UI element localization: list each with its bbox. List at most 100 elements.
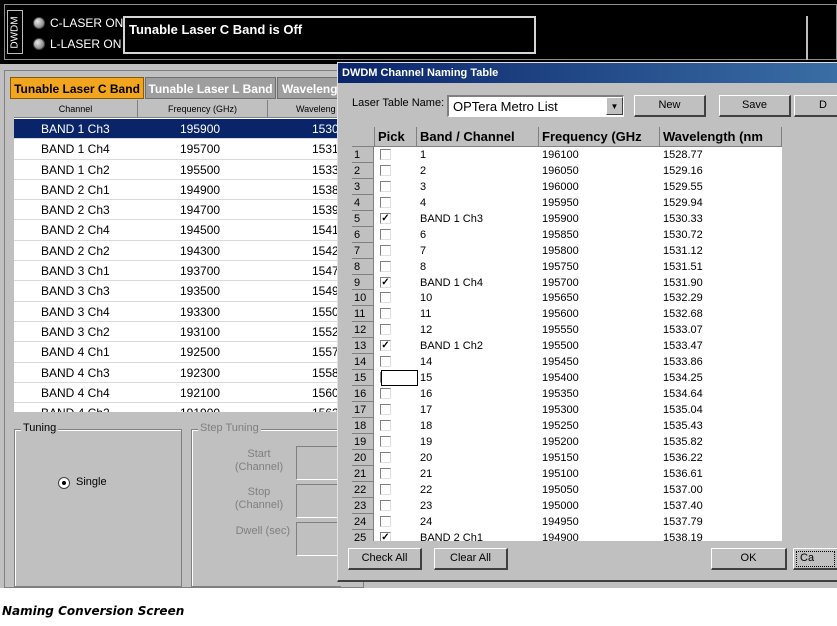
channel-grid-row[interactable]: BAND 1 Ch2 195500 1533 bbox=[14, 160, 346, 180]
table-row[interactable]: 24 24 194950 1537.79 bbox=[352, 513, 782, 530]
frequency-cell[interactable]: 195450 bbox=[542, 354, 579, 370]
table-row[interactable]: 6 6 195850 1530.72 bbox=[352, 226, 782, 243]
tab-tunable-laser-c-band[interactable]: Tunable Laser C Band bbox=[10, 77, 144, 99]
band-channel-cell[interactable]: 20 bbox=[420, 450, 432, 466]
dropdown-arrow-icon[interactable]: ▼ bbox=[606, 97, 623, 115]
table-row[interactable]: 2 2 196050 1529.16 bbox=[352, 162, 782, 179]
col-header-frequency-ghz[interactable]: Frequency (GHz bbox=[539, 127, 660, 147]
table-row[interactable]: 7 7 195800 1531.12 bbox=[352, 242, 782, 259]
table-row[interactable]: 14 14 195450 1533.86 bbox=[352, 354, 782, 371]
wavelength-cell[interactable]: 1535.82 bbox=[663, 434, 703, 450]
table-row[interactable]: 15 15 195400 1534.25 bbox=[352, 370, 782, 387]
channel-grid-row[interactable]: BAND 4 Ch2 191900 1562 bbox=[14, 403, 346, 412]
band-channel-cell[interactable]: 1 bbox=[420, 147, 426, 163]
band-channel-cell[interactable]: 7 bbox=[420, 243, 426, 259]
pick-checkbox[interactable] bbox=[380, 180, 391, 192]
pick-checkbox[interactable] bbox=[380, 149, 391, 160]
pick-checkbox[interactable] bbox=[380, 435, 391, 447]
frequency-cell[interactable]: 196050 bbox=[542, 163, 579, 179]
pick-checkbox[interactable] bbox=[380, 324, 391, 336]
table-row[interactable]: 8 8 195750 1531.51 bbox=[352, 258, 782, 275]
tab-tunable-laser-l-band[interactable]: Tunable Laser L Band bbox=[145, 77, 276, 99]
band-channel-cell[interactable]: 6 bbox=[420, 227, 426, 243]
pick-checkbox[interactable]: ✓ bbox=[380, 531, 391, 541]
band-channel-cell[interactable]: 24 bbox=[420, 514, 432, 530]
band-channel-cell[interactable]: BAND 1 Ch4 bbox=[420, 275, 483, 291]
band-channel-cell[interactable]: 12 bbox=[420, 322, 432, 338]
frequency-cell[interactable]: 195150 bbox=[542, 450, 579, 466]
channel-grid-row[interactable]: BAND 2 Ch1 194900 1538 bbox=[14, 180, 346, 201]
col-header-frequency[interactable]: Frequency (GHz) bbox=[138, 100, 268, 118]
frequency-cell[interactable]: 195850 bbox=[542, 227, 579, 243]
ok-button[interactable]: OK bbox=[711, 548, 787, 570]
band-channel-cell[interactable]: BAND 1 Ch3 bbox=[420, 211, 483, 227]
table-row[interactable]: 21 21 195100 1536.61 bbox=[352, 465, 782, 482]
table-row[interactable]: 11 11 195600 1532.68 bbox=[352, 306, 782, 323]
channel-grid-row[interactable]: BAND 2 Ch3 194700 1539 bbox=[14, 200, 346, 221]
frequency-cell[interactable]: 195600 bbox=[542, 306, 579, 322]
band-channel-cell[interactable]: 22 bbox=[420, 482, 432, 498]
channel-grid-row[interactable]: BAND 4 Ch1 192500 1557 bbox=[14, 342, 346, 363]
check-all-button[interactable]: Check All bbox=[348, 548, 422, 570]
wavelength-cell[interactable]: 1531.90 bbox=[663, 275, 703, 291]
band-channel-cell[interactable]: 4 bbox=[420, 195, 426, 211]
delete-button[interactable]: D bbox=[794, 95, 837, 117]
band-channel-cell[interactable]: 10 bbox=[420, 290, 432, 306]
channel-grid-row[interactable]: BAND 1 Ch4 195700 1531 bbox=[14, 139, 346, 160]
table-row[interactable]: 13 ✓ BAND 1 Ch2 195500 1533.47 bbox=[352, 338, 782, 355]
laser-table-select[interactable]: OPTera Metro List ▼ bbox=[447, 95, 624, 117]
col-header-pick[interactable]: Pick bbox=[375, 127, 417, 147]
band-channel-cell[interactable]: 8 bbox=[420, 259, 426, 275]
wavelength-cell[interactable]: 1533.07 bbox=[663, 322, 703, 338]
wavelength-cell[interactable]: 1534.25 bbox=[663, 370, 703, 386]
band-channel-cell[interactable]: 18 bbox=[420, 418, 432, 434]
table-row[interactable]: 25 ✓ BAND 2 Ch1 194900 1538.19 bbox=[352, 529, 782, 541]
single-radio-button[interactable] bbox=[58, 477, 70, 489]
frequency-cell[interactable]: 195050 bbox=[542, 482, 579, 498]
pick-checkbox[interactable] bbox=[380, 499, 391, 511]
table-row[interactable]: 17 17 195300 1535.04 bbox=[352, 402, 782, 418]
frequency-cell[interactable]: 195900 bbox=[542, 211, 579, 227]
band-channel-cell[interactable]: 17 bbox=[420, 402, 432, 418]
pick-checkbox[interactable] bbox=[380, 404, 391, 415]
wavelength-cell[interactable]: 1536.22 bbox=[663, 450, 703, 466]
frequency-cell[interactable]: 195650 bbox=[542, 290, 579, 306]
band-channel-cell[interactable]: 11 bbox=[420, 306, 431, 322]
wavelength-cell[interactable]: 1532.68 bbox=[663, 306, 703, 322]
frequency-cell[interactable]: 195800 bbox=[542, 243, 579, 259]
cancel-button[interactable]: Ca bbox=[793, 548, 837, 570]
frequency-cell[interactable]: 195550 bbox=[542, 322, 579, 338]
frequency-cell[interactable]: 194950 bbox=[542, 514, 579, 530]
table-row[interactable]: 22 22 195050 1537.00 bbox=[352, 481, 782, 498]
pick-checkbox[interactable] bbox=[380, 308, 391, 320]
frequency-cell[interactable]: 195300 bbox=[542, 402, 579, 418]
wavelength-cell[interactable]: 1537.79 bbox=[663, 514, 703, 530]
frequency-cell[interactable]: 195000 bbox=[542, 498, 579, 514]
table-row[interactable]: 12 12 195550 1533.07 bbox=[352, 322, 782, 339]
channel-grid-row[interactable]: BAND 4 Ch3 192300 1558 bbox=[14, 363, 346, 383]
col-header-wavelength[interactable]: Waveleng bbox=[268, 100, 346, 118]
wavelength-cell[interactable]: 1533.86 bbox=[663, 354, 703, 370]
pick-checkbox[interactable] bbox=[380, 388, 391, 400]
wavelength-cell[interactable]: 1529.94 bbox=[663, 195, 703, 211]
col-header-channel[interactable]: Channel bbox=[14, 100, 138, 118]
wavelength-cell[interactable]: 1535.04 bbox=[663, 402, 703, 418]
wavelength-cell[interactable]: 1531.12 bbox=[663, 243, 703, 259]
band-channel-cell[interactable]: 15 bbox=[420, 370, 432, 386]
stop-channel-field[interactable] bbox=[296, 484, 338, 518]
pick-checkbox[interactable] bbox=[380, 260, 391, 272]
pick-checkbox[interactable] bbox=[380, 164, 391, 176]
dwell-field[interactable] bbox=[296, 522, 338, 556]
channel-grid-row[interactable]: BAND 2 Ch4 194500 1541 bbox=[14, 220, 346, 241]
frequency-cell[interactable]: 195400 bbox=[542, 370, 579, 386]
pick-checkbox[interactable] bbox=[380, 356, 391, 368]
wavelength-cell[interactable]: 1530.33 bbox=[663, 211, 703, 227]
frequency-cell[interactable]: 195350 bbox=[542, 386, 579, 402]
table-row[interactable]: 5 ✓ BAND 1 Ch3 195900 1530.33 bbox=[352, 210, 782, 227]
start-channel-field[interactable] bbox=[296, 446, 338, 480]
wavelength-cell[interactable]: 1537.00 bbox=[663, 482, 703, 498]
band-channel-cell[interactable]: 14 bbox=[420, 354, 432, 370]
pick-checkbox[interactable]: ✓ bbox=[380, 276, 391, 288]
pick-checkbox[interactable] bbox=[380, 292, 391, 304]
wavelength-cell[interactable]: 1533.47 bbox=[663, 338, 703, 354]
